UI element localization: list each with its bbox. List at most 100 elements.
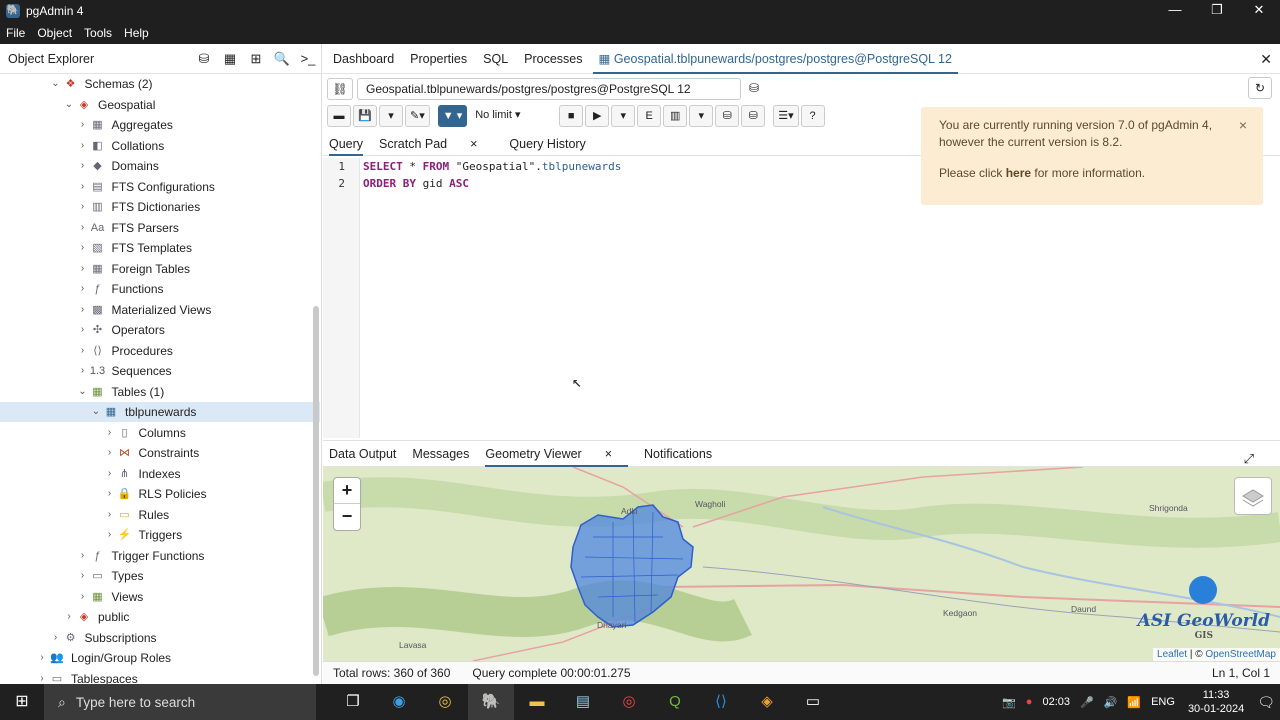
explain-icon[interactable]: E	[637, 105, 662, 127]
tree-node[interactable]: › ▦ Aggregates	[0, 115, 320, 135]
chevron-down-icon[interactable]: ⌄	[49, 74, 63, 94]
terminal-icon[interactable]: ▭	[790, 684, 836, 720]
tree-node[interactable]: › ◆ Domains	[0, 156, 320, 176]
edit-icon[interactable]: ✎▾	[405, 105, 430, 127]
chevron-down-icon[interactable]: ⌄	[62, 95, 76, 115]
edge-icon[interactable]: ◉	[376, 684, 422, 720]
chevron-right-icon[interactable]: ›	[103, 443, 117, 463]
menu-object[interactable]: Object	[37, 26, 72, 40]
chevron-right-icon[interactable]: ›	[103, 464, 117, 484]
record-icon[interactable]: ●	[1026, 696, 1033, 708]
chevron-right-icon[interactable]: ›	[76, 566, 90, 586]
tree-node[interactable]: › ▯ Columns	[0, 423, 320, 443]
volume-icon[interactable]: 🔊	[1104, 696, 1118, 709]
tree-node[interactable]: ⌄ ▦ Tables (1)	[0, 382, 320, 402]
help-icon[interactable]: ?	[800, 105, 825, 127]
chevron-right-icon[interactable]: ›	[103, 525, 117, 545]
tab-scratch-pad[interactable]: Scratch Pad ×	[379, 132, 493, 156]
connection-select[interactable]: Geospatial.tblpunewards/postgres/postgre…	[357, 78, 741, 100]
mic-icon[interactable]: 🎤	[1080, 696, 1094, 709]
tab-processes[interactable]: Processes	[518, 44, 588, 74]
tab-messages[interactable]: Messages	[412, 441, 469, 467]
chevron-down-icon[interactable]: ⌄	[76, 382, 90, 402]
tree-node[interactable]: › 1.3 Sequences	[0, 361, 320, 381]
camera-icon[interactable]: 📷	[1002, 696, 1016, 709]
chevron-right-icon[interactable]: ›	[76, 341, 90, 361]
tab-dashboard[interactable]: Dashboard	[327, 44, 400, 74]
stop-icon[interactable]: ■	[559, 105, 584, 127]
close-icon[interactable]: ×	[605, 447, 612, 461]
chevron-right-icon[interactable]: ›	[103, 505, 117, 525]
tree-node[interactable]: › ⋈ Constraints	[0, 443, 320, 463]
notifications-icon[interactable]: 🗨	[1257, 694, 1275, 711]
terminal-icon[interactable]: >_	[295, 51, 321, 66]
rollback-icon[interactable]: ⛁	[741, 105, 766, 127]
chevron-right-icon[interactable]: ›	[76, 115, 90, 135]
chevron-right-icon[interactable]: ›	[103, 484, 117, 504]
tree-node[interactable]: › ▥ FTS Dictionaries	[0, 197, 320, 217]
folder-icon[interactable]: ▬	[514, 684, 560, 720]
menu-file[interactable]: File	[6, 26, 25, 40]
tree-node[interactable]: › ▦ Views	[0, 587, 320, 607]
macros-icon[interactable]: ☰▾	[773, 105, 799, 127]
maximize-button[interactable]: ❐	[1196, 0, 1238, 22]
chevron-right-icon[interactable]: ›	[76, 136, 90, 156]
chevron-right-icon[interactable]: ›	[76, 197, 90, 217]
chevron-right-icon[interactable]: ›	[49, 628, 63, 648]
tree-node[interactable]: › 👥 Login/Group Roles	[0, 648, 320, 668]
tree-node[interactable]: › ⚡ Triggers	[0, 525, 320, 545]
chrome-icon[interactable]: ◎	[606, 684, 652, 720]
tree-node[interactable]: › ▦ Foreign Tables	[0, 259, 320, 279]
limit-select[interactable]: No limit ▾	[469, 105, 552, 127]
chevron-right-icon[interactable]: ›	[35, 648, 49, 668]
tab-sql[interactable]: SQL	[477, 44, 514, 74]
tab-query-history[interactable]: Query History	[509, 132, 585, 156]
menu-tools[interactable]: Tools	[84, 26, 112, 40]
refresh-icon[interactable]: ↻	[1248, 77, 1272, 99]
minimize-button[interactable]: —	[1154, 0, 1196, 22]
tree-node[interactable]: › ⋔ Indexes	[0, 464, 320, 484]
chevron-right-icon[interactable]: ›	[76, 177, 90, 197]
tree-node[interactable]: › ▭ Types	[0, 566, 320, 586]
wifi-icon[interactable]: 📶	[1127, 696, 1141, 709]
chevron-right-icon[interactable]: ›	[76, 156, 90, 176]
tree-node[interactable]: › 🔒 RLS Policies	[0, 484, 320, 504]
tab-geometry-viewer[interactable]: Geometry Viewer ×	[485, 441, 628, 467]
tree-node[interactable]: ⌄ ▦ tblpunewards	[0, 402, 320, 422]
chevron-right-icon[interactable]: ›	[76, 279, 90, 299]
tree-node[interactable]: › ▭ Rules	[0, 505, 320, 525]
chevron-down-icon[interactable]: ⌄	[89, 402, 103, 422]
chevron-right-icon[interactable]: ›	[76, 300, 90, 320]
zoom-in-button[interactable]: +	[334, 478, 360, 504]
tree-node[interactable]: › ▭ Tablespaces	[0, 669, 320, 685]
tab-notifications[interactable]: Notifications	[644, 441, 712, 467]
tree-node[interactable]: › ▤ FTS Configurations	[0, 177, 320, 197]
grid-icon[interactable]: ▦	[217, 51, 243, 67]
tree-node[interactable]: ⌄ ❖ Schemas (2)	[0, 74, 320, 94]
tree-node[interactable]: › Aa FTS Parsers	[0, 218, 320, 238]
notepad-icon[interactable]: ▤	[560, 684, 606, 720]
chevron-right-icon[interactable]: ›	[35, 669, 49, 685]
vscode-icon[interactable]: ⟨⟩	[698, 684, 744, 720]
chevron-right-icon[interactable]: ›	[62, 607, 76, 627]
qgis-icon[interactable]: Q	[652, 684, 698, 720]
explain-analyze-icon[interactable]: ▥	[663, 105, 688, 127]
commit-icon[interactable]: ⛁	[715, 105, 740, 127]
tree-node[interactable]: ⌄ ◈ Geospatial	[0, 95, 320, 115]
tree-node[interactable]: › ƒ Functions	[0, 279, 320, 299]
tree-node[interactable]: › ▩ Materialized Views	[0, 300, 320, 320]
brave-icon[interactable]: ◈	[744, 684, 790, 720]
database-icon[interactable]: ⛁	[191, 51, 217, 67]
tree-node[interactable]: › ✣ Operators	[0, 320, 320, 340]
close-button[interactable]: ✕	[1238, 0, 1280, 22]
chevron-right-icon[interactable]: ›	[76, 320, 90, 340]
tab-data-output[interactable]: Data Output	[329, 441, 396, 467]
tree-node[interactable]: › ▧ FTS Templates	[0, 238, 320, 258]
chevron-right-icon[interactable]: ›	[76, 218, 90, 238]
language-indicator[interactable]: ENG	[1151, 696, 1175, 708]
tab-properties[interactable]: Properties	[404, 44, 473, 74]
close-tab-icon[interactable]: ✕	[1260, 51, 1272, 68]
chevron-right-icon[interactable]: ›	[103, 423, 117, 443]
search-icon[interactable]: 🔍	[269, 51, 295, 67]
close-icon[interactable]: ×	[1239, 117, 1247, 134]
